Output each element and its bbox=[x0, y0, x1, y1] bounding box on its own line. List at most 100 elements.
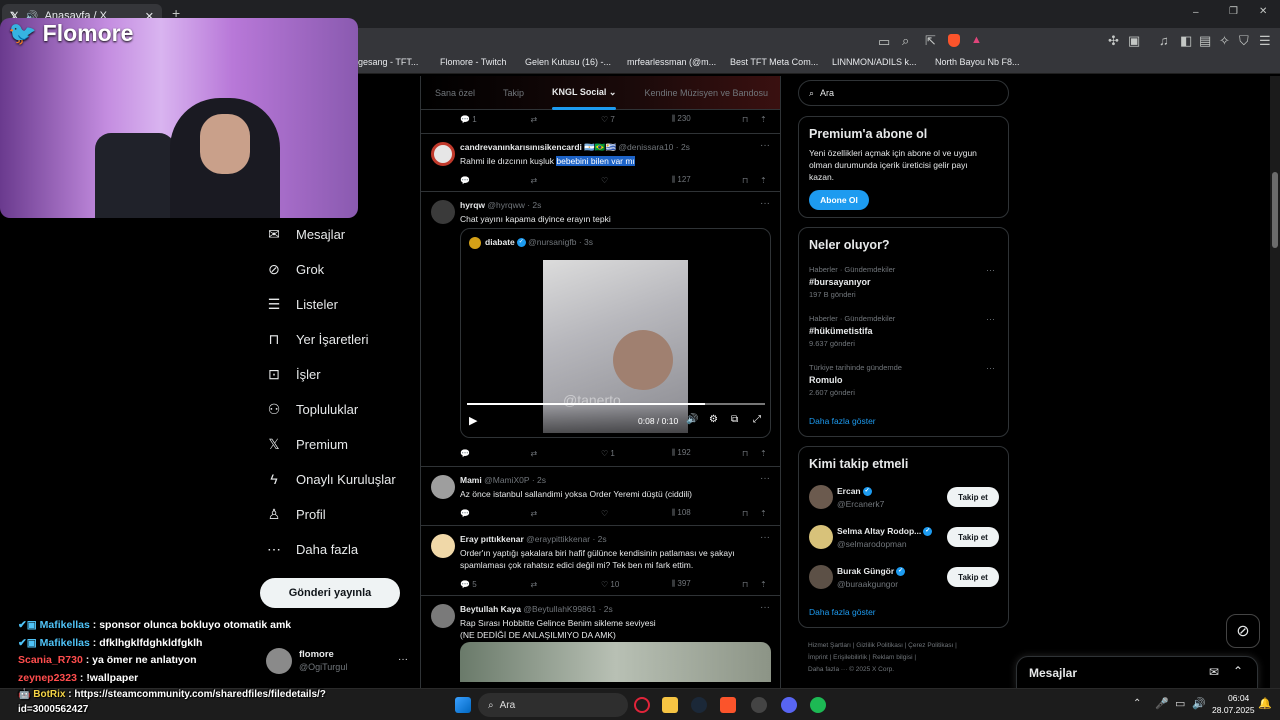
trend-more-icon[interactable]: ··· bbox=[986, 265, 995, 275]
share-icon[interactable]: ⇡ bbox=[760, 580, 770, 589]
windows-start-icon[interactable] bbox=[455, 697, 471, 713]
post-image[interactable] bbox=[460, 642, 771, 682]
like-button[interactable]: ♡ 7 bbox=[601, 115, 672, 124]
nav-item-more[interactable]: ⋯ Daha fazla bbox=[266, 541, 358, 558]
spotify-icon[interactable] bbox=[810, 697, 826, 713]
bookmark-item[interactable]: LINNMON/ADILS k... bbox=[832, 57, 917, 67]
zoom-icon[interactable]: ⌕ bbox=[902, 33, 909, 49]
menu-icon[interactable]: ☰ bbox=[1259, 33, 1271, 49]
leo-ai-icon[interactable]: ✧ bbox=[1219, 33, 1230, 49]
pip-icon[interactable]: ⧉ bbox=[731, 414, 738, 425]
post[interactable]: Mami @MamiX0P · 2s ··· Az önce istanbul … bbox=[421, 467, 780, 526]
network-icon[interactable]: ▭ bbox=[1175, 697, 1185, 710]
messages-dock[interactable]: Mesajlar ✉ ⌃ bbox=[1016, 656, 1258, 690]
extensions-icon[interactable]: ✣ bbox=[1108, 33, 1119, 49]
cast-icon[interactable]: ▭ bbox=[878, 34, 890, 50]
like-button[interactable]: ♡ 10 bbox=[601, 580, 672, 589]
follow-button[interactable]: Takip et bbox=[947, 487, 999, 507]
settings-icon[interactable]: ⚙ bbox=[709, 414, 718, 425]
share-icon[interactable]: ⇡ bbox=[760, 115, 770, 124]
tab-kngl-social[interactable]: KNGL Social ⌄ bbox=[538, 87, 630, 110]
post-more-icon[interactable]: ··· bbox=[760, 473, 770, 484]
trend-more-icon[interactable]: ··· bbox=[986, 314, 995, 324]
suggested-user[interactable]: Burak Güngör ✓ @buraakgungor Takip et bbox=[809, 563, 999, 593]
retweet-button[interactable]: ⇄ bbox=[531, 580, 602, 589]
follow-button[interactable]: Takip et bbox=[947, 527, 999, 547]
like-button[interactable]: ♡ bbox=[601, 176, 672, 185]
vpn-icon[interactable]: ⛉ bbox=[1239, 33, 1249, 49]
nav-item-verified-orgs[interactable]: ϟ Onaylı Kuruluşlar bbox=[266, 471, 395, 487]
screenshot-icon[interactable]: ▣ bbox=[1128, 33, 1140, 49]
retweet-button[interactable]: ⇄ bbox=[531, 115, 602, 124]
follow-button[interactable]: Takip et bbox=[947, 567, 999, 587]
who-show-more[interactable]: Daha fazla göster bbox=[809, 607, 876, 617]
subscribe-button[interactable]: Abone Ol bbox=[809, 190, 869, 210]
bookmark-item[interactable]: North Bayou Nb F8... bbox=[935, 57, 1020, 67]
fullscreen-icon[interactable]: ⤢ bbox=[753, 414, 761, 425]
close-window-button[interactable]: ✕ bbox=[1259, 6, 1267, 17]
brave-icon[interactable] bbox=[720, 697, 736, 713]
minimize-button[interactable]: – bbox=[1193, 7, 1199, 18]
steam-icon[interactable] bbox=[691, 697, 707, 713]
brave-rewards-icon[interactable]: ▲ bbox=[971, 34, 982, 46]
retweet-button[interactable]: ⇄ bbox=[531, 176, 602, 185]
account-switcher[interactable]: flomore @OgiTurgul ··· bbox=[266, 646, 412, 678]
bookmark-item[interactable]: gesang - TFT... bbox=[358, 57, 418, 67]
bookmark-item[interactable]: Flomore - Twitch bbox=[440, 57, 506, 67]
reply-button[interactable]: 💬 bbox=[460, 449, 531, 458]
nav-item-grok[interactable]: ⊘ Grok bbox=[266, 261, 324, 278]
post-more-icon[interactable]: ··· bbox=[760, 140, 770, 151]
trend-item[interactable]: Türkiye tarihinde gündemde Romulo 2.607 gö… bbox=[809, 363, 999, 397]
bookmark-item[interactable]: Best TFT Meta Com... bbox=[730, 57, 818, 67]
nav-item-bookmarks[interactable]: ⊓ Yer İşaretleri bbox=[266, 331, 369, 348]
post[interactable]: Eray pıttıkkenar @eraypittikkenar · 2s ·… bbox=[421, 526, 780, 596]
taskbar-search[interactable]: ⌕ Ara bbox=[478, 693, 628, 717]
bookmark-icon[interactable]: ⊓ bbox=[742, 176, 760, 185]
sidebar-icon[interactable]: ◧ bbox=[1180, 33, 1192, 49]
notification-icon[interactable]: 🔔 bbox=[1258, 697, 1272, 710]
reply-button[interactable]: 💬 5 bbox=[460, 580, 531, 589]
account-more-icon[interactable]: ··· bbox=[398, 654, 408, 665]
clock-time[interactable]: 06:04 bbox=[1228, 693, 1249, 703]
bookmark-item[interactable]: Gelen Kutusu (16) -... bbox=[525, 57, 611, 67]
retweet-button[interactable]: ⇄ bbox=[531, 449, 602, 458]
trend-more-icon[interactable]: ··· bbox=[986, 363, 995, 373]
reply-button[interactable]: 💬 1 bbox=[460, 115, 531, 124]
like-button[interactable]: ♡ bbox=[601, 509, 672, 518]
discord-icon[interactable] bbox=[781, 697, 797, 713]
new-message-icon[interactable]: ✉ bbox=[1209, 665, 1219, 679]
suggested-user[interactable]: Ercan ✓ @Ercanerk7 Takip et bbox=[809, 483, 999, 513]
grok-float-button[interactable]: ⊘ bbox=[1226, 614, 1260, 648]
video-progress[interactable] bbox=[467, 403, 765, 405]
bookmark-icon[interactable]: ⊓ bbox=[742, 449, 760, 458]
trends-show-more[interactable]: Daha fazla göster bbox=[809, 416, 876, 426]
tray-chevron-icon[interactable]: ⌃ bbox=[1133, 698, 1141, 709]
brave-shield-icon[interactable] bbox=[948, 34, 960, 47]
volume-icon[interactable]: 🔊 bbox=[686, 414, 698, 425]
opera-icon[interactable] bbox=[634, 697, 650, 713]
footer-line[interactable]: İmprint | Erişilebilirlik | Reklam bilgi… bbox=[808, 652, 1008, 664]
maximize-button[interactable]: ❐ bbox=[1229, 6, 1238, 17]
search-input[interactable]: ⌕ Ara bbox=[798, 80, 1009, 106]
post-partial[interactable]: 💬 1 ⇄ ♡ 7 ⫼ 230 ⊓ ⇡ bbox=[421, 110, 780, 134]
views-button[interactable]: ⫼ 397 bbox=[672, 579, 743, 589]
share-icon[interactable]: ⇡ bbox=[760, 449, 770, 458]
nav-item-communities[interactable]: ⚇ Topluluklar bbox=[266, 401, 358, 418]
nav-item-lists[interactable]: ☰ Listeler bbox=[266, 296, 338, 313]
volume-icon[interactable]: 🔊 bbox=[1192, 697, 1206, 710]
tab-for-you[interactable]: Sana özel bbox=[421, 88, 489, 98]
nav-item-jobs[interactable]: ⊡ İşler bbox=[266, 366, 320, 383]
footer-line[interactable]: Hizmet Şartları | Gizlilik Politikası | … bbox=[808, 640, 1008, 652]
views-button[interactable]: ⫼ 192 bbox=[672, 448, 743, 458]
tab-list-music[interactable]: Kendine Müzisyen ve Bandosu bbox=[630, 88, 780, 98]
file-explorer-icon[interactable] bbox=[662, 697, 678, 713]
bookmark-item[interactable]: mrfearlessman (@m... bbox=[627, 57, 716, 67]
retweet-button[interactable]: ⇄ bbox=[531, 509, 602, 518]
post[interactable]: hyrqw @hyrqww · 2s ··· Chat yayını kapam… bbox=[421, 192, 780, 467]
share-icon[interactable]: ⇡ bbox=[760, 509, 770, 518]
suggested-user[interactable]: Selma Altay Rodop... ✓ @selmarodopman Takip… bbox=[809, 523, 999, 553]
views-button[interactable]: ⫼ 230 bbox=[672, 114, 743, 124]
share-icon[interactable]: ⇡ bbox=[760, 176, 770, 185]
views-button[interactable]: ⫼ 127 bbox=[672, 175, 743, 185]
tab-following[interactable]: Takip bbox=[489, 88, 538, 98]
